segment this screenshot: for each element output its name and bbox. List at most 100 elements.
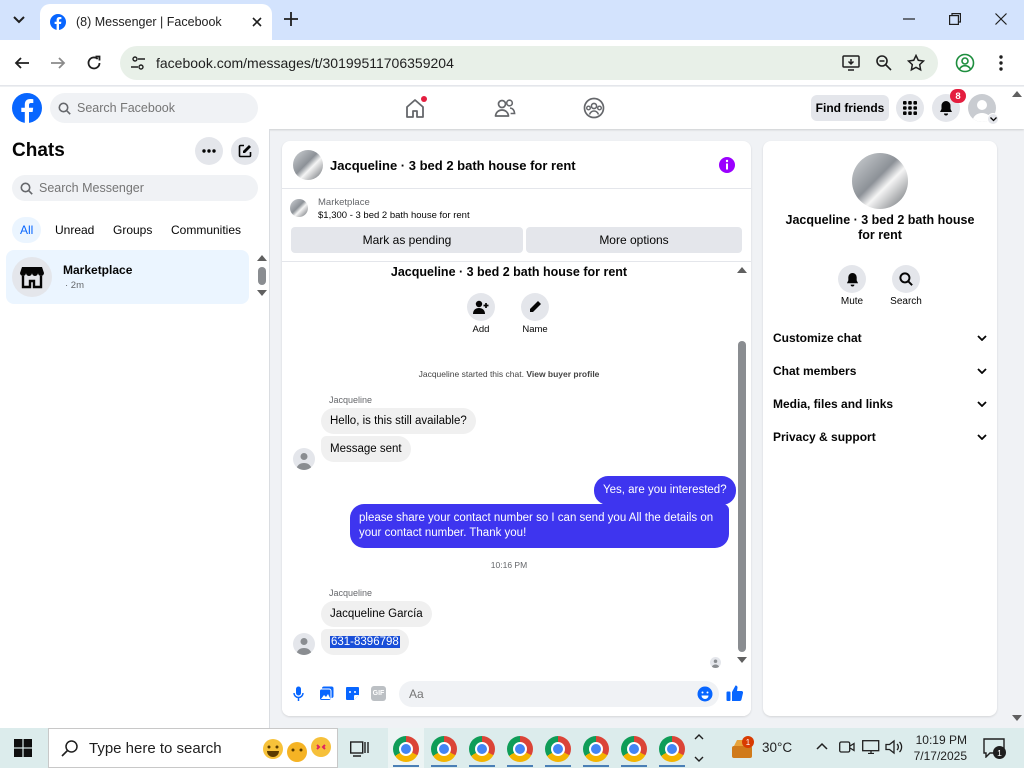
back-arrow-icon[interactable] (7, 48, 37, 78)
customize-chat-section[interactable]: Customize chat (773, 327, 987, 349)
zoom-icon[interactable] (875, 54, 893, 72)
address-bar[interactable]: facebook.com/messages/t/3019951170635920… (120, 46, 938, 80)
mark-as-pending-button[interactable]: Mark as pending (291, 227, 523, 253)
restore-window-icon[interactable] (949, 13, 961, 25)
mute-bell-icon[interactable] (838, 265, 866, 293)
page-scroll-up-icon[interactable] (1012, 90, 1022, 97)
like-thumbs-up-icon[interactable] (726, 684, 744, 702)
chrome-app-icon[interactable] (469, 736, 495, 762)
chrome-app-icon[interactable] (431, 736, 457, 762)
thread-scroll-down-icon[interactable] (737, 657, 747, 664)
sidebar-scroll-down-icon[interactable] (257, 290, 267, 297)
edit-name-pencil-icon[interactable] (521, 293, 549, 321)
friends-nav-icon[interactable] (487, 95, 523, 121)
groups-nav-icon[interactable] (576, 95, 612, 121)
message-bubble-incoming-phone[interactable]: 631-8396798 (321, 629, 409, 655)
search-in-conversation-icon[interactable] (892, 265, 920, 293)
facebook-search-input[interactable] (77, 101, 237, 115)
chrome-app-icon[interactable] (659, 736, 685, 762)
network-icon[interactable] (862, 740, 880, 754)
filter-tab-unread[interactable]: Unread (47, 217, 102, 243)
voice-clip-mic-icon[interactable] (293, 686, 304, 702)
meet-now-camera-icon[interactable] (839, 740, 855, 754)
filter-tab-communities[interactable]: Communities (163, 217, 249, 243)
find-friends-button[interactable]: Find friends (811, 95, 889, 121)
filter-tab-all[interactable]: All (12, 217, 42, 243)
listing-small-thumbnail[interactable] (290, 199, 308, 217)
add-person-icon[interactable] (467, 293, 495, 321)
show-hidden-icons-chevron-icon[interactable] (816, 742, 828, 750)
thread-scrollbar-thumb[interactable] (738, 341, 746, 652)
listing-thumbnail[interactable] (293, 150, 323, 180)
chrome-app-icon[interactable] (621, 736, 647, 762)
browser-tab-messenger[interactable]: (8) Messenger | Facebook (40, 4, 272, 40)
chrome-app-icon[interactable] (583, 736, 609, 762)
account-chevron-icon[interactable] (987, 113, 999, 125)
message-bubble-outgoing[interactable]: Yes, are you interested? (594, 476, 736, 505)
message-bubble-outgoing[interactable]: please share your contact number so I ca… (350, 504, 729, 548)
filter-tab-groups[interactable]: Groups (105, 217, 160, 243)
message-bubble-incoming[interactable]: Message sent (321, 436, 411, 462)
facebook-logo-icon[interactable] (12, 93, 42, 123)
chrome-app-icon[interactable] (545, 736, 571, 762)
listing-detail[interactable]: $1,300 - 3 bed 2 bath house for rent (318, 210, 470, 221)
messenger-search-input[interactable] (39, 181, 199, 195)
chevron-down-icon (977, 401, 987, 407)
running-indicator (621, 765, 647, 767)
sender-avatar[interactable] (293, 448, 315, 470)
weather-temperature[interactable]: 30°C (762, 740, 792, 755)
sender-avatar[interactable] (293, 633, 315, 655)
attach-photo-icon[interactable] (319, 686, 334, 701)
message-bubble-incoming[interactable]: Hello, is this still available? (321, 408, 476, 434)
browser-menu-icon[interactable] (986, 48, 1016, 78)
search-highlight-emoji-icon[interactable] (261, 737, 331, 763)
emoji-icon[interactable] (697, 686, 713, 702)
sticker-icon[interactable] (345, 686, 360, 701)
chat-members-section[interactable]: Chat members (773, 360, 987, 382)
taskbar-clock[interactable]: 10:19 PM 7/17/2025 (905, 732, 967, 764)
install-app-icon[interactable] (842, 54, 860, 72)
task-view-icon[interactable] (350, 739, 370, 757)
view-buyer-profile-link[interactable]: View buyer profile (526, 369, 599, 379)
messenger-search-box[interactable] (12, 175, 258, 201)
selected-phone-number[interactable]: 631-8396798 (330, 636, 400, 648)
home-nav-icon[interactable] (397, 95, 433, 121)
taskbar-overflow-arrows-icon[interactable] (694, 732, 704, 764)
menu-grid-icon[interactable] (896, 94, 924, 122)
bookmark-star-icon[interactable] (907, 54, 925, 72)
close-tab-icon[interactable] (252, 17, 262, 27)
running-indicator (507, 765, 533, 767)
gif-icon[interactable]: GIF (371, 686, 386, 701)
message-bubble-incoming[interactable]: Jacqueline García (321, 601, 432, 627)
message-input[interactable] (399, 681, 719, 707)
chrome-app-icon[interactable] (507, 736, 533, 762)
minimize-window-icon[interactable] (903, 12, 915, 24)
facebook-search-box[interactable] (50, 93, 258, 123)
new-message-compose-icon[interactable] (231, 137, 259, 165)
chat-options-icon[interactable] (195, 137, 223, 165)
new-tab-plus-icon[interactable] (282, 10, 300, 28)
media-files-links-section[interactable]: Media, files and links (773, 393, 987, 415)
privacy-support-section[interactable]: Privacy & support (773, 426, 987, 448)
more-options-button[interactable]: More options (526, 227, 742, 253)
home-notification-dot (421, 96, 427, 102)
volume-speaker-icon[interactable] (885, 739, 903, 755)
windows-start-icon[interactable] (14, 739, 32, 757)
reload-icon[interactable] (79, 48, 109, 78)
sidebar-scroll-up-icon[interactable] (257, 254, 267, 261)
thread-scroll-up-icon[interactable] (737, 266, 747, 273)
sidebar-scrollbar-thumb[interactable] (258, 267, 266, 285)
taskbar-search-box[interactable]: Type here to search (48, 728, 338, 768)
site-info-icon[interactable] (130, 55, 146, 71)
conversation-title[interactable]: Jacqueline · 3 bed 2 bath house for rent (330, 158, 576, 173)
weather-badge: 1 (742, 736, 754, 748)
forward-arrow-icon[interactable] (43, 48, 73, 78)
close-window-icon[interactable] (995, 13, 1007, 25)
tab-search-chevron-icon[interactable] (6, 8, 32, 32)
page-scroll-down-icon[interactable] (1012, 715, 1022, 722)
listing-profile-photo[interactable] (852, 153, 908, 209)
conversation-info-icon[interactable] (718, 156, 736, 174)
chat-list-item-marketplace[interactable]: Marketplace · 2m (6, 250, 249, 304)
chrome-app-icon[interactable] (393, 736, 419, 762)
profile-icon[interactable] (950, 48, 980, 78)
